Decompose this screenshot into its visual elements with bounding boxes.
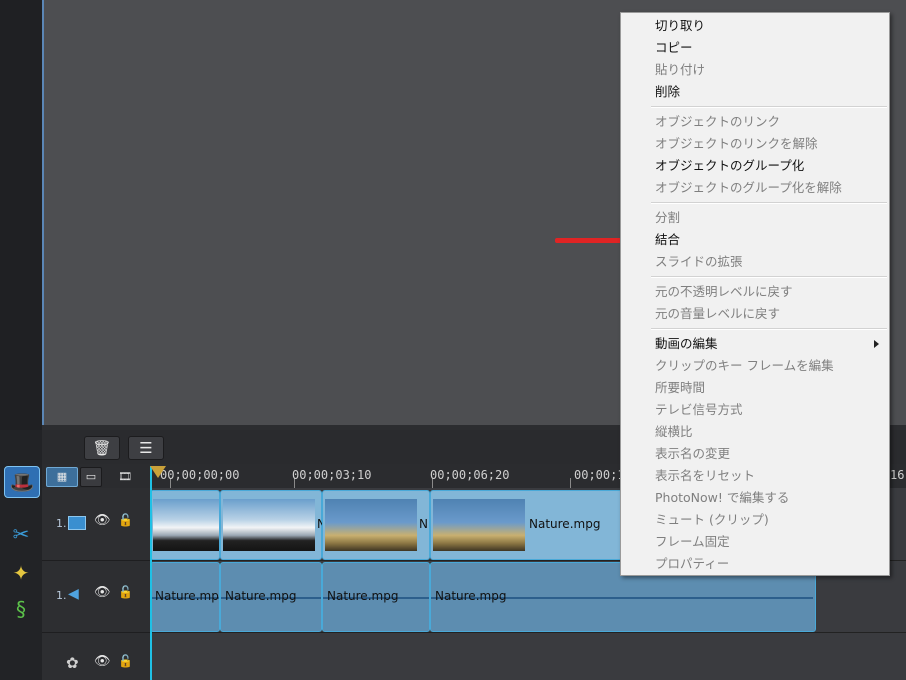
clip-thumbnail	[223, 499, 315, 551]
menu-item[interactable]: オブジェクトのグループ化	[655, 155, 887, 177]
menu-item: クリップのキー フレームを編集	[655, 358, 834, 373]
menu-item: フレーム固定	[655, 534, 730, 549]
clip-label: Nature.mpg	[529, 517, 601, 531]
menu-item: スライドの拡張	[655, 254, 743, 269]
spiral-icon[interactable]: §	[4, 594, 38, 624]
menu-item: PhotoNow! で編集する	[655, 490, 790, 505]
annotation-arrow	[555, 238, 625, 243]
menu-item: ミュート (クリップ)	[655, 512, 769, 527]
clip-label: Nature.mpg	[155, 589, 219, 603]
magic-hat-icon[interactable]: 🎩	[4, 466, 40, 498]
menu-item: テレビ信号方式	[655, 402, 743, 417]
menu-item: 所要時間	[655, 380, 706, 395]
menu-item: 分割	[655, 210, 681, 225]
menu-separator	[651, 328, 887, 330]
lock-icon[interactable]: 🔓	[118, 654, 133, 668]
clip-label: Nature.mpg	[435, 589, 507, 603]
list-icon: ☰	[139, 439, 153, 457]
submenu-arrow-icon	[874, 340, 879, 348]
menu-item: 縦横比	[655, 424, 693, 439]
timecode-label: 16	[890, 468, 905, 482]
lock-icon[interactable]: 🔓	[118, 585, 133, 599]
clip-label: Nature.mpg	[225, 589, 297, 603]
clip-thumbnail	[433, 499, 525, 551]
menu-item: 元の不透明レベルに戻す	[655, 284, 793, 299]
clip-label: Nature.mpg	[327, 589, 399, 603]
menu-item: オブジェクトのグループ化を解除	[655, 180, 842, 195]
menu-item[interactable]: コピー	[655, 37, 887, 59]
film-icon	[68, 516, 86, 530]
ruler-tick	[570, 478, 571, 488]
menu-item[interactable]: 削除	[655, 81, 887, 103]
trash-icon: 🗑	[92, 439, 112, 457]
menu-item: オブジェクトのリンク	[655, 114, 781, 129]
clip-list-button[interactable]: ☰	[128, 436, 164, 460]
eye-icon[interactable]: 👁	[94, 513, 111, 528]
playhead-handle[interactable]	[150, 466, 166, 478]
track-number: 1.	[56, 517, 67, 530]
menu-item: 貼り付け	[655, 62, 706, 77]
track-headers: 1. 👁 🔓 1. ◀ 👁 🔓 ✿ 👁 🔓	[42, 488, 150, 680]
menu-separator	[651, 276, 887, 278]
video-clip[interactable]: N	[220, 490, 323, 560]
clip-label: N	[419, 517, 428, 531]
video-clip[interactable]	[150, 490, 220, 560]
menu-item[interactable]: 切り取り	[655, 15, 887, 37]
timecode-label: 00;00;06;20	[430, 468, 510, 482]
eye-icon[interactable]: 👁	[94, 654, 111, 669]
context-menu: 切り取り コピー貼り付け削除オブジェクトのリンクオブジェクトのリンクを解除オブジェ…	[620, 12, 890, 576]
audio-clip[interactable]: Nature.mpg	[322, 562, 430, 632]
clip-thumbnail	[325, 499, 417, 551]
clip-thumbnail	[153, 499, 219, 551]
speaker-icon: ◀	[68, 586, 79, 602]
lock-icon[interactable]: 🔓	[118, 513, 133, 527]
playhead[interactable]	[150, 466, 152, 680]
storyboard-mode-button[interactable]: ▭	[80, 467, 102, 487]
menu-item[interactable]: 結合	[655, 229, 887, 251]
timeline-mode-button[interactable]: ▦	[46, 467, 78, 487]
video-track-header[interactable]: 1. 👁 🔓	[42, 488, 150, 561]
track-number: 1.	[56, 589, 67, 602]
audio-track-header[interactable]: 1. ◀ 👁 🔓	[42, 560, 150, 633]
menu-item: 表示名をリセット	[655, 468, 756, 483]
menu-separator	[651, 106, 887, 108]
menu-item: プロパティー	[655, 556, 730, 571]
menu-separator	[651, 202, 887, 204]
menu-item[interactable]: 動画の編集	[655, 333, 887, 355]
delete-button[interactable]: 🗑	[84, 436, 120, 460]
effect-track-header[interactable]: ✿ 👁 🔓	[42, 632, 150, 680]
audio-clip[interactable]: Nature.mpg	[150, 562, 220, 632]
menu-item: オブジェクトのリンクを解除	[655, 136, 818, 151]
left-tool-strip	[0, 0, 42, 430]
timecode-label: 00;00;03;10	[292, 468, 372, 482]
menu-item: 元の音量レベルに戻す	[655, 306, 781, 321]
eye-icon[interactable]: 👁	[94, 585, 111, 600]
video-clip[interactable]: N	[322, 490, 430, 560]
wand-icon[interactable]: ✦	[4, 558, 38, 588]
menu-item: 表示名の変更	[655, 446, 731, 461]
timeline-side-strip: 🎩 ✂ ✦ §	[0, 430, 42, 680]
add-track-button[interactable]: 🎞	[112, 467, 138, 487]
audio-clip[interactable]: Nature.mpg	[220, 562, 322, 632]
effect-icon: ✿	[66, 654, 79, 672]
timecode-label: 00;00;00;00	[160, 468, 240, 482]
lane-separator	[150, 632, 906, 633]
scissors-icon[interactable]: ✂	[4, 519, 38, 549]
